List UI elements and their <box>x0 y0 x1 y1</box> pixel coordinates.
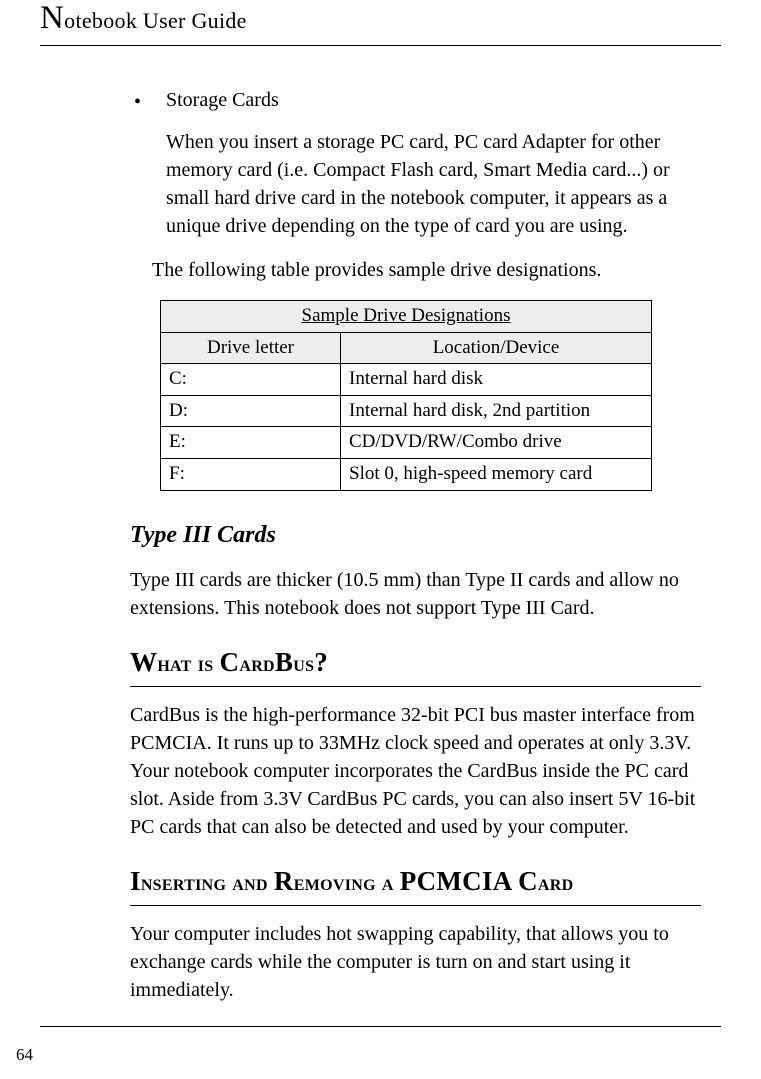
bullet-icon: • <box>134 88 141 116</box>
header-text: otebook User Guide <box>64 8 247 33</box>
page-number: 64 <box>16 1045 33 1065</box>
type3-heading: Type III Cards <box>130 519 701 553</box>
table-col-device: Location/Device <box>341 332 652 364</box>
drive-letter-cell: D: <box>161 395 341 427</box>
header-dropcap: N <box>40 0 64 36</box>
cardbus-rule <box>130 686 701 687</box>
table-intro-text: The following table provides sample driv… <box>152 256 701 284</box>
header-rule <box>40 45 721 46</box>
drive-device-cell: CD/DVD/RW/Combo drive <box>341 427 652 459</box>
drive-letter-cell: F: <box>161 458 341 490</box>
body-content: • Storage Cards When you insert a storag… <box>40 86 721 1004</box>
drive-device-cell: Internal hard disk <box>341 364 652 396</box>
drive-device-cell: Slot 0, high-speed memory card <box>341 458 652 490</box>
insert-rule <box>130 905 701 906</box>
drive-designations-table: Sample Drive Designations Drive letter L… <box>160 300 652 491</box>
table-row: E: CD/DVD/RW/Combo drive <box>161 427 652 459</box>
drive-device-cell: Internal hard disk, 2nd partition <box>341 395 652 427</box>
drive-letter-cell: E: <box>161 427 341 459</box>
table-row: C: Internal hard disk <box>161 364 652 396</box>
insert-paragraph: Your computer includes hot swapping capa… <box>130 920 701 1004</box>
type3-paragraph: Type III cards are thicker (10.5 mm) tha… <box>130 566 701 622</box>
bullet-title: Storage Cards <box>166 86 701 114</box>
table-col-letter: Drive letter <box>161 332 341 364</box>
table-row: D: Internal hard disk, 2nd partition <box>161 395 652 427</box>
bullet-item: • Storage Cards When you insert a storag… <box>130 86 701 240</box>
bullet-paragraph: When you insert a storage PC card, PC ca… <box>166 128 701 240</box>
footer-rule <box>40 1026 721 1027</box>
insert-heading: Inserting and Removing a PCMCIA Card <box>130 863 701 901</box>
cardbus-heading: What is CardBus? <box>130 644 701 682</box>
drive-letter-cell: C: <box>161 364 341 396</box>
table-title: Sample Drive Designations <box>161 301 652 333</box>
running-header: Notebook User Guide <box>40 0 721 42</box>
table-row: F: Slot 0, high-speed memory card <box>161 458 652 490</box>
cardbus-paragraph: CardBus is the high-performance 32-bit P… <box>130 701 701 841</box>
